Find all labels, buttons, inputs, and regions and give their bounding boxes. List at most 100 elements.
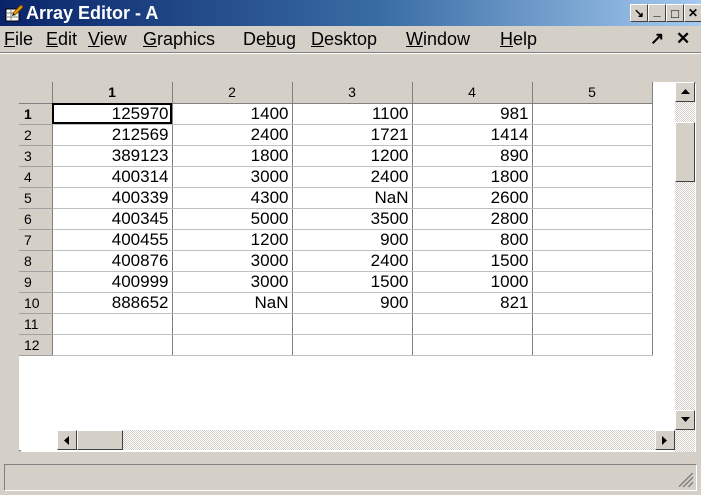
row-header[interactable]: 5	[19, 187, 53, 209]
minimize-button[interactable]: _	[648, 3, 666, 22]
table-cell[interactable]	[532, 103, 653, 125]
column-header[interactable]: 2	[172, 82, 293, 104]
table-cell[interactable]: 1500	[292, 271, 413, 293]
table-cell[interactable]: 400999	[52, 271, 173, 293]
table-cell[interactable]	[532, 250, 653, 272]
table-cell[interactable]	[52, 334, 173, 356]
column-header[interactable]: 1	[52, 82, 173, 104]
table-cell[interactable]: 900	[292, 292, 413, 314]
table-cell[interactable]: 400314	[52, 166, 173, 188]
row-header[interactable]: 8	[19, 250, 53, 272]
table-cell[interactable]	[532, 145, 653, 167]
table-cell[interactable]: 1000	[412, 271, 533, 293]
table-cell[interactable]	[532, 334, 653, 356]
table-cell[interactable]: NaN	[292, 187, 413, 209]
table-cell[interactable]: 3000	[172, 271, 293, 293]
horizontal-scrollbar[interactable]	[57, 430, 675, 450]
close-document-icon[interactable]: ✕	[676, 29, 690, 49]
table-cell[interactable]: 4300	[172, 187, 293, 209]
row-header[interactable]: 7	[19, 229, 53, 251]
scroll-right-button[interactable]	[655, 430, 675, 450]
table-cell[interactable]: 2400	[292, 250, 413, 272]
menu-file[interactable]: File	[4, 29, 33, 49]
row-header[interactable]: 9	[19, 271, 53, 293]
table-cell[interactable]: 400339	[52, 187, 173, 209]
row-header[interactable]: 12	[19, 334, 53, 356]
table-cell[interactable]: 1800	[412, 166, 533, 188]
table-cell[interactable]	[532, 271, 653, 293]
table-cell[interactable]: 821	[412, 292, 533, 314]
table-cell[interactable]: 1414	[412, 124, 533, 146]
row-header[interactable]: 4	[19, 166, 53, 188]
undock-icon[interactable]: ↗	[650, 29, 664, 49]
table-cell[interactable]: 3000	[172, 166, 293, 188]
row-header[interactable]: 11	[19, 313, 53, 335]
table-cell[interactable]: 400455	[52, 229, 173, 251]
table-cell[interactable]	[532, 208, 653, 230]
menu-window[interactable]: Window	[406, 29, 470, 49]
close-button[interactable]: ✕	[684, 4, 701, 22]
menu-view[interactable]: View	[88, 29, 127, 49]
table-cell[interactable]: 1100	[292, 103, 413, 125]
scroll-left-button[interactable]	[57, 430, 77, 450]
row-header[interactable]: 1	[19, 103, 53, 125]
scroll-up-button[interactable]	[675, 82, 695, 102]
table-cell[interactable]	[412, 313, 533, 335]
table-cell[interactable]: 888652	[52, 292, 173, 314]
table-cell[interactable]: 3000	[172, 250, 293, 272]
table-cell[interactable]	[532, 124, 653, 146]
table-cell[interactable]: 2400	[292, 166, 413, 188]
table-cell[interactable]	[532, 313, 653, 335]
menu-help[interactable]: Help	[500, 29, 537, 49]
resize-grip-icon[interactable]	[679, 473, 693, 487]
table-cell[interactable]: 1200	[292, 145, 413, 167]
row-header[interactable]: 2	[19, 124, 53, 146]
grid-corner[interactable]	[19, 82, 53, 104]
table-cell[interactable]: 1800	[172, 145, 293, 167]
table-cell[interactable]	[532, 187, 653, 209]
table-cell[interactable]	[172, 334, 293, 356]
menu-graphics[interactable]: Graphics	[143, 29, 215, 49]
column-header[interactable]: 3	[292, 82, 413, 104]
row-header[interactable]: 3	[19, 145, 53, 167]
menu-edit[interactable]: Edit	[46, 29, 77, 49]
row-header[interactable]: 6	[19, 208, 53, 230]
table-cell[interactable]	[52, 313, 173, 335]
table-cell[interactable]: 1200	[172, 229, 293, 251]
table-cell[interactable]	[292, 334, 413, 356]
column-header[interactable]: 5	[532, 82, 653, 104]
table-cell[interactable]: 3500	[292, 208, 413, 230]
table-cell[interactable]: 900	[292, 229, 413, 251]
table-cell[interactable]: 890	[412, 145, 533, 167]
vertical-scroll-thumb[interactable]	[675, 122, 695, 182]
title-bar[interactable]: Array Editor - A ↘ _ □ ✕	[0, 0, 701, 26]
table-cell[interactable]	[532, 166, 653, 188]
maximize-button[interactable]: □	[666, 4, 684, 22]
table-cell[interactable]: 800	[412, 229, 533, 251]
table-cell[interactable]: 400345	[52, 208, 173, 230]
column-header[interactable]: 4	[412, 82, 533, 104]
table-cell[interactable]: 212569	[52, 124, 173, 146]
table-cell[interactable]: 981	[412, 103, 533, 125]
table-cell[interactable]: 2400	[172, 124, 293, 146]
table-cell[interactable]	[412, 334, 533, 356]
table-cell[interactable]: 389123	[52, 145, 173, 167]
vertical-scrollbar[interactable]	[675, 82, 695, 452]
table-cell[interactable]: 1721	[292, 124, 413, 146]
table-cell[interactable]	[532, 292, 653, 314]
table-cell[interactable]: 2800	[412, 208, 533, 230]
row-header[interactable]: 10	[19, 292, 53, 314]
menu-desktop[interactable]: Desktop	[311, 29, 377, 49]
table-cell[interactable]: 2600	[412, 187, 533, 209]
table-cell[interactable]	[292, 313, 413, 335]
table-cell[interactable]	[172, 313, 293, 335]
table-cell[interactable]: 1400	[172, 103, 293, 125]
table-cell[interactable]: 5000	[172, 208, 293, 230]
scroll-down-button[interactable]	[675, 410, 695, 430]
menu-debug[interactable]: Debug	[243, 29, 296, 49]
table-cell[interactable]: 400876	[52, 250, 173, 272]
table-cell[interactable]	[532, 229, 653, 251]
active-cell[interactable]: 125970	[52, 103, 173, 125]
table-cell[interactable]: 1500	[412, 250, 533, 272]
dock-button[interactable]: ↘	[630, 4, 648, 22]
